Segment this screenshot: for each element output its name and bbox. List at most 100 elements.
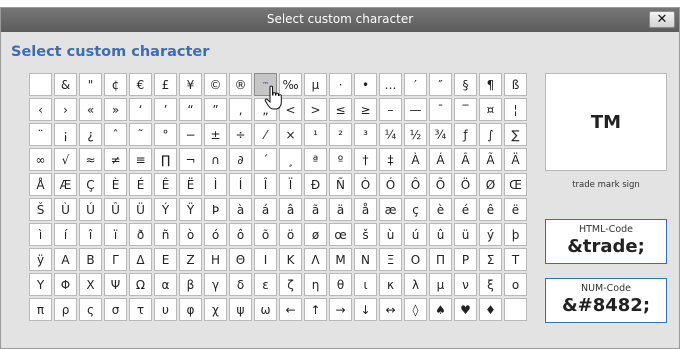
character-cell[interactable]: € [129,73,152,96]
character-cell[interactable]: ä [329,198,352,221]
character-cell[interactable]: κ [379,273,402,296]
character-cell[interactable]: ´ [254,148,277,171]
character-cell[interactable]: ³ [354,123,377,146]
character-cell[interactable]: ø [304,223,327,246]
character-cell[interactable]: Ë [179,173,202,196]
character-cell[interactable]: Ê [154,173,177,196]
character-cell[interactable]: ÿ [29,248,52,271]
character-cell[interactable]: Ó [379,173,402,196]
character-cell[interactable]: ½ [404,123,427,146]
character-cell[interactable]: õ [254,223,277,246]
character-cell[interactable]: – [379,98,402,121]
character-cell[interactable]: ≡ [129,148,152,171]
character-cell[interactable]: ′ [404,73,427,96]
character-cell[interactable]: α [154,273,177,296]
character-cell[interactable]: † [354,148,377,171]
character-cell[interactable]: ª [304,148,327,171]
character-cell[interactable]: · [329,73,352,96]
character-cell[interactable]: ë [504,198,527,221]
character-cell[interactable]: ý [479,223,502,246]
character-cell[interactable]: — [404,98,427,121]
character-cell[interactable]: ¬ [179,148,202,171]
character-cell[interactable]: Ε [154,248,177,271]
character-cell[interactable] [504,298,527,321]
character-cell[interactable]: Ò [354,173,377,196]
character-cell[interactable]: π [29,298,52,321]
character-cell[interactable]: θ [329,273,352,296]
character-cell[interactable]: × [279,123,302,146]
character-cell[interactable]: Ω [129,273,152,296]
character-cell[interactable]: š [354,223,377,246]
character-cell[interactable]: § [454,73,477,96]
character-cell[interactable]: ² [329,123,352,146]
character-cell[interactable]: Å [29,173,52,196]
character-cell[interactable]: ™ [254,73,277,96]
character-cell[interactable]: ¤ [479,98,502,121]
character-cell[interactable]: Ρ [454,248,477,271]
character-cell[interactable]: Æ [54,173,77,196]
character-cell[interactable]: Ý [154,198,177,221]
character-cell[interactable]: ¶ [479,73,502,96]
character-cell[interactable]: ↑ [304,298,327,321]
character-cell[interactable]: Þ [204,198,227,221]
dialog-titlebar[interactable]: Select custom character ✕ [1,8,679,32]
character-cell[interactable]: ‰ [279,73,302,96]
character-cell[interactable]: ± [204,123,227,146]
character-cell[interactable]: ∞ [29,148,52,171]
character-cell[interactable]: Ú [79,198,102,221]
character-cell[interactable]: ¼ [379,123,402,146]
character-cell[interactable]: Ù [54,198,77,221]
character-cell[interactable]: À [404,148,427,171]
character-cell[interactable]: þ [504,223,527,246]
character-cell[interactable]: Β [79,248,102,271]
character-cell[interactable] [29,73,52,96]
character-cell[interactable]: τ [129,298,152,321]
character-cell[interactable]: « [79,98,102,121]
character-cell[interactable]: ″ [429,73,452,96]
character-cell[interactable]: Α [54,248,77,271]
character-cell[interactable]: Ζ [179,248,202,271]
character-cell[interactable]: ↔ [379,298,402,321]
character-cell[interactable]: ‹ [29,98,52,121]
character-cell[interactable]: ¡ [54,123,77,146]
character-cell[interactable]: à [229,198,252,221]
character-cell[interactable]: è [429,198,452,221]
character-cell[interactable]: û [429,223,452,246]
character-cell[interactable]: ô [229,223,252,246]
character-cell[interactable]: Κ [279,248,302,271]
character-cell[interactable]: Õ [429,173,452,196]
character-cell[interactable]: Χ [79,273,102,296]
character-cell[interactable]: Á [429,148,452,171]
character-cell[interactable]: ¿ [79,123,102,146]
character-cell[interactable]: Î [254,173,277,196]
character-cell[interactable]: Θ [229,248,252,271]
character-cell[interactable]: Ï [279,173,302,196]
character-cell[interactable]: ù [379,223,402,246]
character-cell[interactable]: ♠ [429,298,452,321]
character-cell[interactable]: ‾ [454,98,477,121]
character-cell[interactable]: ® [229,73,252,96]
character-cell[interactable]: • [354,73,377,96]
character-cell[interactable]: η [304,273,327,296]
character-cell[interactable]: Ä [504,148,527,171]
character-cell[interactable]: Ð [304,173,327,196]
character-cell[interactable]: ã [304,198,327,221]
character-cell[interactable]: ♦ [479,298,502,321]
character-cell[interactable]: Â [454,148,477,171]
character-cell[interactable]: ∂ [229,148,252,171]
character-cell[interactable]: > [304,98,327,121]
character-cell[interactable]: µ [304,73,327,96]
character-cell[interactable]: Λ [304,248,327,271]
character-cell[interactable]: ‡ [379,148,402,171]
character-cell[interactable]: ¹ [304,123,327,146]
character-cell[interactable]: Š [29,198,52,221]
character-cell[interactable]: ü [454,223,477,246]
character-cell[interactable]: ò [179,223,202,246]
character-cell[interactable]: ê [479,198,502,221]
character-cell[interactable]: Π [429,248,452,271]
character-cell[interactable]: λ [404,273,427,296]
character-cell[interactable]: ú [404,223,427,246]
character-cell[interactable]: á [254,198,277,221]
character-cell[interactable]: â [279,198,302,221]
character-cell[interactable]: º [329,148,352,171]
